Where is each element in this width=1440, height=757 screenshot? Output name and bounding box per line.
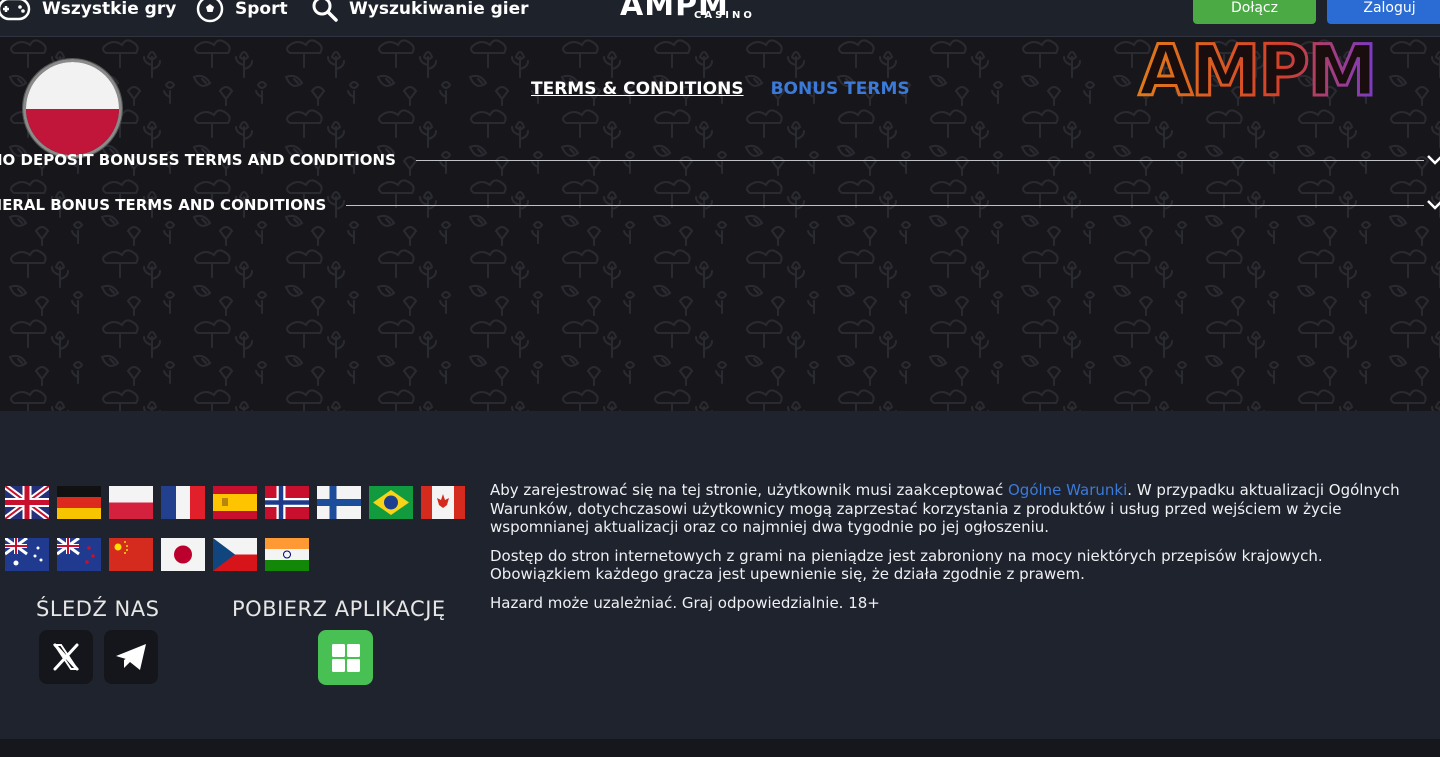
poland-flag-icon[interactable] bbox=[109, 486, 153, 519]
nav-game-search-label: Wyszukiwanie gier bbox=[349, 0, 529, 19]
x-icon bbox=[53, 643, 79, 671]
canada-flag-icon[interactable] bbox=[421, 486, 465, 519]
japan-flag-icon[interactable] bbox=[161, 538, 205, 571]
accordion-general-bonus-terms[interactable]: GENERAL BONUS TERMS AND CONDITIONS bbox=[0, 193, 1440, 217]
footer: ŚLEDŹ NAS POBIERZ APLIKACJĘ Aby zarejest… bbox=[0, 411, 1440, 739]
divider bbox=[346, 204, 1424, 206]
legal-paragraph-3: Hazard może uzależniać. Graj odpowiedzia… bbox=[490, 593, 880, 612]
accordion-no-deposit-bonuses[interactable]: NO DEPOSIT BONUSES TERMS AND CONDITIONS bbox=[0, 148, 1440, 172]
top-navigation: Wszystkie gry Sport Wyszukiwanie gier AM… bbox=[0, 0, 1440, 37]
page: Wszystkie gry Sport Wyszukiwanie gier AM… bbox=[0, 0, 1440, 757]
nav-all-games[interactable]: Wszystkie gry bbox=[0, 0, 176, 24]
gamepad-icon bbox=[0, 0, 31, 21]
tab-bonus-terms[interactable]: BONUS TERMS bbox=[771, 79, 910, 99]
join-button[interactable]: Dołącz bbox=[1193, 0, 1316, 24]
language-selector-poland-flag[interactable] bbox=[23, 59, 122, 158]
search-icon bbox=[312, 0, 338, 22]
windows-icon bbox=[331, 643, 360, 672]
accordion-title: GENERAL BONUS TERMS AND CONDITIONS bbox=[0, 196, 327, 214]
legal-paragraph-1: Aby zarejestrować się na tej stronie, uż… bbox=[490, 481, 1400, 536]
france-flag-icon[interactable] bbox=[161, 486, 205, 519]
divider bbox=[415, 159, 1424, 161]
nav-game-search[interactable]: Wyszukiwanie gier bbox=[311, 0, 529, 24]
telegram-social-button[interactable] bbox=[104, 630, 158, 684]
new-zealand-flag-icon[interactable] bbox=[57, 538, 101, 571]
india-flag-icon[interactable] bbox=[265, 538, 309, 571]
brand-subtitle: CASINO bbox=[694, 10, 755, 21]
chevron-down-icon bbox=[1427, 200, 1440, 210]
china-flag-icon[interactable] bbox=[109, 538, 153, 571]
windows-app-download-button[interactable] bbox=[318, 630, 373, 685]
spain-flag-icon[interactable] bbox=[213, 486, 257, 519]
legal-paragraph-2: Dostęp do stron internetowych z grami na… bbox=[490, 546, 1323, 584]
bottom-bar bbox=[0, 739, 1440, 757]
brand-logo[interactable]: AMPM CASINO bbox=[620, 0, 770, 36]
nav-all-games-label: Wszystkie gry bbox=[42, 0, 177, 19]
download-app-title: POBIERZ APLIKACJĘ bbox=[232, 597, 446, 621]
czechia-flag-icon[interactable] bbox=[213, 538, 257, 571]
finland-flag-icon[interactable] bbox=[317, 486, 361, 519]
login-button[interactable]: Zaloguj bbox=[1327, 0, 1440, 24]
brazil-flag-icon[interactable] bbox=[369, 486, 413, 519]
telegram-icon bbox=[116, 644, 146, 670]
svg-text:AMPM: AMPM bbox=[1139, 37, 1376, 109]
norway-flag-icon[interactable] bbox=[265, 486, 309, 519]
accordion-title: NO DEPOSIT BONUSES TERMS AND CONDITIONS bbox=[0, 151, 396, 169]
chevron-down-icon bbox=[1427, 155, 1440, 165]
tab-terms-and-conditions[interactable]: TERMS & CONDITIONS bbox=[531, 79, 744, 99]
terms-section: TERMS & CONDITIONS BONUS TERMS AMPM NO D… bbox=[0, 37, 1440, 411]
australia-flag-icon[interactable] bbox=[5, 538, 49, 571]
germany-flag-icon[interactable] bbox=[57, 486, 101, 519]
uk-flag-icon[interactable] bbox=[5, 486, 49, 519]
nav-sport[interactable]: Sport bbox=[195, 0, 288, 24]
x-social-button[interactable] bbox=[39, 630, 93, 684]
terms-tabs: TERMS & CONDITIONS BONUS TERMS bbox=[531, 79, 910, 99]
legal-notice: Aby zarejestrować się na tej stronie, uż… bbox=[490, 481, 1400, 622]
follow-us-title: ŚLEDŹ NAS bbox=[36, 597, 160, 621]
soccer-ball-icon bbox=[196, 0, 224, 23]
ampm-neon-logo: AMPM bbox=[1137, 37, 1379, 109]
general-terms-link[interactable]: Ogólne Warunki bbox=[1008, 481, 1127, 499]
nav-sport-label: Sport bbox=[235, 0, 288, 19]
